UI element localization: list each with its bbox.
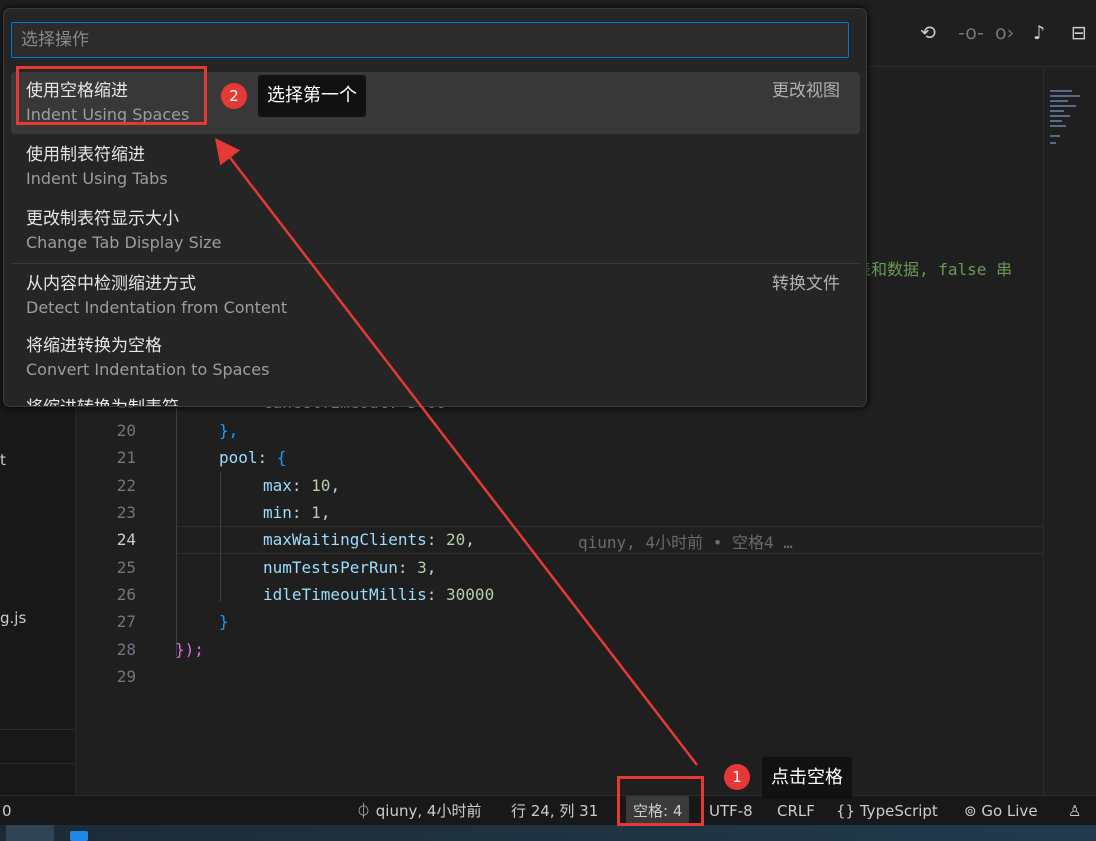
highlight-box-step1 bbox=[617, 776, 704, 826]
step1-tooltip: 点击空格 bbox=[762, 757, 852, 799]
highlight-box-step2 bbox=[16, 66, 207, 125]
step2-badge: 2 bbox=[221, 83, 247, 109]
step2-tooltip: 选择第一个 bbox=[258, 75, 366, 117]
annotation-arrow bbox=[214, 138, 698, 766]
step1-badge: 1 bbox=[724, 764, 750, 790]
